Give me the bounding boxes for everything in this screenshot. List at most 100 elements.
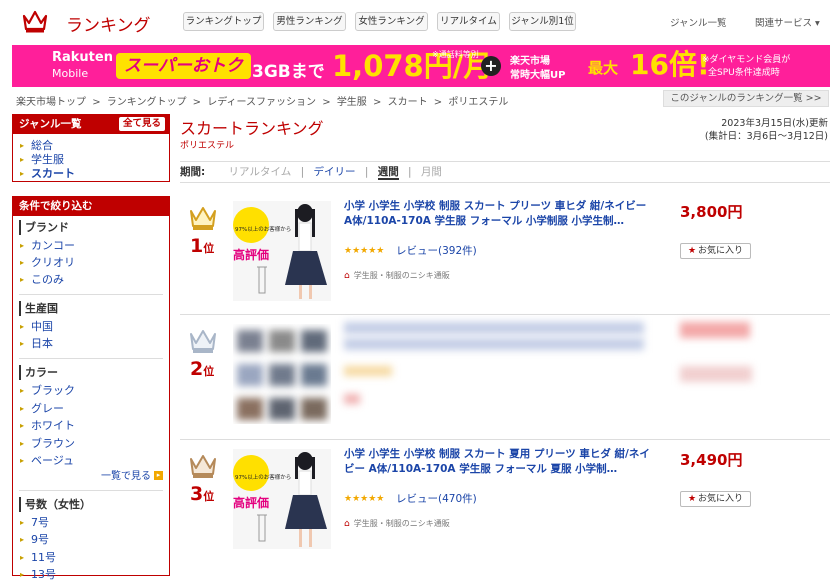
tab-separator: |: [408, 166, 412, 178]
banner-ichiba-line1: 楽天市場: [510, 56, 550, 67]
product-price: 3,490円: [680, 451, 743, 469]
star-icon: ★: [687, 494, 697, 504]
banner-brand: Rakuten: [52, 50, 113, 65]
divider: [19, 358, 163, 359]
star-icon: ★: [687, 246, 697, 256]
rank-value: 2: [190, 358, 204, 380]
review-link[interactable]: レビュー(470件): [396, 491, 477, 506]
review-link[interactable]: レビュー(392件): [396, 243, 477, 258]
filter-size-9[interactable]: 9号: [13, 531, 169, 549]
filter-country-china[interactable]: 中国: [13, 318, 169, 335]
filter-size-11[interactable]: 11号: [13, 549, 169, 567]
update-info: 2023年3月15日(水)更新 (集計日：3月6日〜3月12日): [705, 117, 828, 143]
thumb-badge: 97%以上のお客様から: [235, 473, 291, 481]
filter-country-japan[interactable]: 日本: [13, 335, 169, 352]
gold-crown-icon: [190, 207, 216, 230]
breadcrumb-skirt[interactable]: スカート: [388, 97, 428, 108]
rank-number: 3位: [190, 483, 214, 505]
tab-weekly[interactable]: 週間: [377, 166, 399, 180]
product-thumbnail[interactable]: 高評価 97%以上のお客様から: [233, 201, 331, 301]
nav-realtime[interactable]: リアルタイム: [437, 12, 500, 31]
banner-diamond-line2: 全SPU条件達成時: [708, 68, 780, 78]
shop-link[interactable]: ⌂ 学生服・制服のニシキ通販: [344, 270, 450, 281]
favorite-button[interactable]: ★ お気に入り: [680, 491, 751, 507]
sidebar: ジャンル一覧 全て見る 総合 学生服 スカート 条件で絞り込む ブランド カンコ…: [12, 114, 170, 583]
filter-color-brown[interactable]: ブラウン: [13, 435, 169, 453]
shop-name: 学生服・制服のニシキ通販: [353, 271, 450, 280]
breadcrumb-school-uniform[interactable]: 学生服: [337, 97, 367, 108]
show-all-button[interactable]: 全て見る: [118, 117, 165, 131]
filter-brand-kuriori[interactable]: クリオリ: [13, 254, 169, 271]
promo-banner[interactable]: Rakuten Mobile スーパーおトク 3GBまで 1,078円/月 ※通…: [12, 45, 830, 87]
product-thumbnail[interactable]: 高評価 97%以上のお客様から: [233, 449, 331, 549]
shop-name: 学生服・制服のニシキ通販: [353, 519, 450, 528]
bronze-crown-icon: [190, 455, 216, 478]
product-image: 高評価 97%以上のお客様から: [233, 201, 331, 301]
banner-price-note: ※通話料等別: [432, 50, 479, 59]
filter-header: 条件で絞り込む: [13, 197, 169, 216]
divider: [19, 294, 163, 295]
rank-number: 2位: [190, 358, 214, 380]
plus-icon: +: [481, 56, 501, 76]
blurred-shop: [344, 394, 360, 404]
site-title[interactable]: ランキング: [66, 11, 151, 36]
tab-realtime: リアルタイム: [228, 166, 292, 178]
ranking-item: 1位 高評価 97%以上のお客様から 小学 小学生 小学校 制服 スカート プリ…: [180, 191, 830, 309]
nav-female-ranking[interactable]: 女性ランキング: [355, 12, 428, 31]
genre-item-all[interactable]: 総合: [13, 139, 169, 153]
thumb-eval: 高評価: [233, 495, 269, 510]
banner-diamond-line1: ※ダイヤモンド会員が: [702, 55, 791, 65]
rank-suffix: 位: [203, 490, 215, 503]
filter-color-beige[interactable]: ベージュ: [13, 452, 169, 470]
rating-stars: ★★★★★: [344, 246, 385, 256]
genre-item-skirt[interactable]: スカート: [13, 167, 169, 181]
breadcrumb-separator: >: [433, 97, 443, 108]
divider: [180, 314, 830, 315]
product-title-link[interactable]: 小学 小学生 小学校 制服 スカート 夏用 プリーツ 車ヒダ 紺/ネイビー A体…: [344, 447, 654, 477]
genre-ranking-list-button[interactable]: このジャンルのランキング一覧 >>: [663, 90, 829, 107]
favorite-button[interactable]: ★ お気に入り: [680, 243, 751, 259]
filter-color-black[interactable]: ブラック: [13, 382, 169, 400]
divider: [180, 439, 830, 440]
blurred-thumbnail[interactable]: [233, 324, 331, 424]
breadcrumb-rakuten-top[interactable]: 楽天市場トップ: [16, 97, 86, 108]
breadcrumb-ranking-top[interactable]: ランキングトップ: [107, 97, 187, 108]
ranking-item: 3位 高評価 97%以上のお客様から 小学 小学生 小学校 制服 スカート 夏用…: [180, 439, 830, 557]
banner-campaign: スーパーおトク: [116, 53, 251, 79]
page-title: スカートランキング: [180, 119, 324, 138]
rank-number: 1位: [190, 235, 214, 257]
shop-link[interactable]: ⌂ 学生服・制服のニシキ通販: [344, 518, 450, 529]
crown-logo-icon[interactable]: [22, 8, 48, 34]
banner-plan: 3GBまで: [252, 62, 325, 82]
tab-separator: |: [364, 166, 369, 178]
filter-color-gray[interactable]: グレー: [13, 400, 169, 418]
favorite-label: お気に入り: [698, 246, 744, 256]
top-bar: ランキング ランキングトップ 男性ランキング 女性ランキング リアルタイム ジャ…: [0, 0, 838, 44]
nav-male-ranking[interactable]: 男性ランキング: [273, 12, 346, 31]
thumb-eval: 高評価: [233, 247, 269, 262]
banner-brand-sub: Mobile: [52, 67, 89, 80]
color-more-link[interactable]: 一覧で見る: [13, 470, 169, 484]
breadcrumb-polyester: ポリエステル: [448, 97, 509, 108]
nav-genre-first[interactable]: ジャンル別1位: [509, 12, 576, 31]
tab-daily[interactable]: デイリー: [313, 166, 355, 178]
filter-section-brand: ブランド: [19, 220, 169, 235]
breadcrumb-ladies-fashion[interactable]: レディースファッション: [207, 97, 316, 108]
filter-color-white[interactable]: ホワイト: [13, 417, 169, 435]
genre-item-school-uniform[interactable]: 学生服: [13, 153, 169, 167]
filter-section-size: 号数（女性）: [19, 496, 169, 512]
related-services-link[interactable]: 関連サービス ▾: [755, 15, 820, 29]
filter-size-7[interactable]: 7号: [13, 514, 169, 532]
nav-ranking-top[interactable]: ランキングトップ: [183, 12, 264, 31]
genre-list-link[interactable]: ジャンル一覧: [670, 15, 727, 29]
product-title-link[interactable]: 小学 小学生 小学校 制服 スカート プリーツ 車ヒダ 紺/ネイビー A体/11…: [344, 199, 654, 229]
filter-brand-kanko[interactable]: カンコー: [13, 237, 169, 254]
aggregation-period: (集計日：3月6日〜3月12日): [704, 131, 828, 142]
blurred-title: [344, 322, 644, 334]
genre-header-label: ジャンル一覧: [19, 118, 82, 130]
rank-value: 1: [190, 235, 204, 257]
breadcrumb-separator: >: [92, 97, 101, 108]
filter-brand-konomi[interactable]: このみ: [13, 271, 169, 288]
thumb-badge: 97%以上のお客様から: [235, 225, 291, 233]
period-tabs: 期間: リアルタイム | デイリー | 週間 | 月間: [180, 161, 830, 183]
